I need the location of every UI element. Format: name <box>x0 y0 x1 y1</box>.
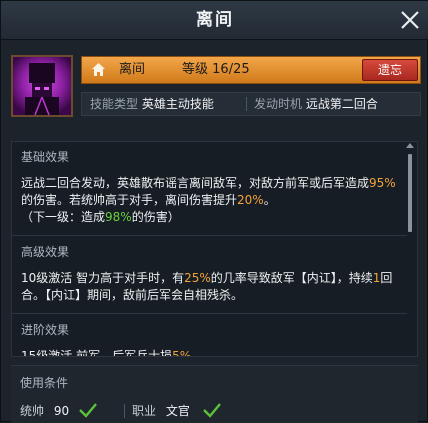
check-icon <box>79 403 97 418</box>
skill-header: 离间 等级 16/25 遗忘 <box>81 56 421 84</box>
section-divider <box>12 235 407 236</box>
skill-detail-panel: 离间 离间 等级 16/25 遗忘 技能类型 英雄主动技能 发动时机 远战第二回… <box>0 0 428 423</box>
close-button[interactable] <box>397 7 423 33</box>
section-divider <box>12 313 407 314</box>
basic-effect-text: 远战二回合发动，英雄散布谣言离间敌军，对敌方前军或后军造成95%的伤害。若统帅高… <box>21 176 396 224</box>
close-icon <box>401 11 419 29</box>
basic-effect-title: 基础效果 <box>21 150 70 164</box>
usage-conditions-title: 使用条件 <box>20 376 69 390</box>
effect-content: 基础效果 远战二回合发动，英雄散布谣言离间敌军，对敌方前军或后军造成95%的伤害… <box>12 142 407 357</box>
skill-name: 离间 <box>119 62 146 77</box>
job-label: 职业 <box>132 404 157 418</box>
progress-effect-title: 进阶效果 <box>21 323 70 337</box>
level-label: 等级 <box>182 62 209 77</box>
trigger-timing-label: 发动时机 <box>254 97 303 111</box>
command-value: 90 <box>53 404 70 418</box>
skill-info-row: 技能类型 英雄主动技能 发动时机 远战第二回合 <box>81 92 421 116</box>
command-requirement: 统帅 90 <box>20 403 69 419</box>
effect-description-box[interactable]: 基础效果 远战二回合发动，英雄散布谣言离间敌军，对敌方前军或后军造成95%的伤害… <box>11 141 418 357</box>
title-bar: 离间 <box>1 1 428 40</box>
usage-conditions: 使用条件 统帅 90 职业 文官 <box>11 365 418 423</box>
skill-type: 技能类型 英雄主动技能 <box>90 93 214 115</box>
info-divider <box>246 97 247 111</box>
advanced-effect-text: 10级激活 智力高于对手时，有25%的几率导致敌军【内讧】，持续1回合。【内讧】… <box>21 271 393 302</box>
window-title: 离间 <box>196 10 234 30</box>
command-label: 统帅 <box>20 404 45 418</box>
conditions-divider <box>124 404 125 418</box>
trigger-timing: 发动时机 远战第二回合 <box>254 93 378 115</box>
description-scrollbar[interactable] <box>406 143 414 352</box>
home-icon <box>92 63 105 76</box>
skill-type-value: 英雄主动技能 <box>141 97 214 111</box>
advanced-effect-title: 高级效果 <box>21 245 70 259</box>
job-value: 文官 <box>165 404 190 418</box>
trigger-timing-value: 远战第二回合 <box>305 97 378 111</box>
scroll-up-icon[interactable] <box>406 143 414 148</box>
job-requirement: 职业 文官 <box>132 403 190 419</box>
skill-level: 等级 16/25 <box>182 57 250 83</box>
check-icon <box>203 403 221 418</box>
progress-effect-text: 15级激活 前军、后军兵士损5% <box>21 349 192 357</box>
scroll-thumb[interactable] <box>408 154 412 232</box>
forget-button[interactable]: 遗忘 <box>362 59 418 81</box>
level-value: 16/25 <box>212 62 250 77</box>
skill-portrait-icon <box>11 55 73 117</box>
skill-type-label: 技能类型 <box>90 97 139 111</box>
